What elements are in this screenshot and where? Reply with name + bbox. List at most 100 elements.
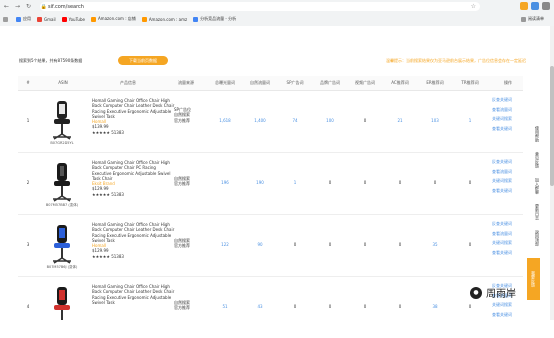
keyword-search-link[interactable]: 关键词搜索	[492, 116, 528, 122]
reading-list-icon	[521, 16, 526, 22]
bookmark-item[interactable]	[3, 16, 10, 22]
reverse-lookup-link[interactable]: 反查关键词	[492, 97, 528, 103]
scroll-thumb[interactable]	[550, 66, 554, 186]
product-image[interactable]	[48, 285, 76, 327]
header-sp[interactable]: SP广告词	[287, 80, 304, 86]
join-group-link[interactable]: 加入群聊	[527, 178, 540, 194]
source-tag: 官方推荐	[174, 305, 190, 311]
traffic-words-link[interactable]: 查看流量词	[492, 107, 528, 113]
er-keywords[interactable]: 103	[431, 118, 439, 123]
header-tr[interactable]: TR推荐词	[461, 80, 478, 86]
product-title[interactable]: Homall Gaming Chair Office Chair High Ba…	[92, 98, 174, 119]
row-index: 3	[26, 242, 30, 247]
feedback-button[interactable]: 我要反馈	[527, 258, 540, 300]
product-image[interactable]	[48, 161, 76, 203]
organic-keywords[interactable]: 43	[257, 304, 262, 309]
product-image[interactable]	[48, 99, 76, 141]
header-organic[interactable]: 自然流量词	[250, 80, 270, 86]
header-brand[interactable]: 品牌广告词	[320, 80, 340, 86]
view-keywords-link[interactable]: 查看关键词	[492, 126, 528, 132]
total-keywords[interactable]: 196	[221, 180, 229, 185]
feedback-link[interactable]: 意见反馈	[527, 152, 540, 168]
sp-keywords: 0	[293, 304, 297, 309]
keyword-search-link[interactable]: 关键词搜索	[492, 302, 528, 308]
back-icon[interactable]: ←	[2, 2, 11, 11]
brand-keywords[interactable]: 100	[326, 118, 334, 123]
side-toolbar: 使用帮助 意见反馈 加入群聊 更新日志 返回顶部 我要反馈	[527, 126, 540, 316]
export-button[interactable]: 下载当前页数据	[118, 56, 168, 65]
forward-icon[interactable]: →	[13, 2, 22, 11]
row-actions: 反查关键词 查看流量词 关键词搜索 查看关键词	[492, 221, 528, 256]
profile-icon[interactable]	[542, 2, 550, 10]
organic-keywords[interactable]: 90	[257, 242, 262, 247]
brand-keywords: 0	[328, 304, 332, 309]
header-asin: ASIN	[58, 80, 68, 85]
product-rating: ★★★★★ 51383	[92, 253, 124, 259]
bookmark-item[interactable]: 分析竞品流量 - 分析	[193, 16, 236, 22]
extension-icon[interactable]	[531, 2, 539, 10]
organic-keywords[interactable]: 1,400	[254, 118, 265, 123]
keyword-search-link[interactable]: 关键词搜索	[492, 240, 528, 246]
product-image[interactable]	[48, 223, 76, 265]
bookmark-item[interactable]: Amazon.com : amz	[141, 16, 187, 22]
header-ac[interactable]: AC推荐词	[391, 80, 408, 86]
ac-keywords: 0	[398, 180, 402, 185]
url-text[interactable]: sif.com/search	[48, 4, 84, 10]
tr-keywords: 0	[468, 304, 472, 309]
product-title[interactable]: Homall Gaming Chair Office Chair High Ba…	[92, 284, 174, 305]
browser-chrome: ← → ↻ 🔒 sif.com/search ☆ 应用 Gmail YouTub…	[0, 0, 554, 26]
lock-icon: 🔒	[40, 3, 48, 10]
bookmark-item[interactable]: Amazon.com : 店铺	[90, 16, 136, 22]
reading-list[interactable]: 阅读清单	[521, 16, 544, 22]
total-keywords[interactable]: 51	[222, 304, 227, 309]
row-actions: 反查关键词 查看流量词 关键词搜索 查看关键词	[492, 159, 528, 194]
view-keywords-link[interactable]: 查看关键词	[492, 250, 528, 256]
traffic-words-link[interactable]: 查看流量词	[492, 231, 528, 237]
asin-link[interactable]: B07GR2D5YL	[38, 141, 86, 145]
er-keywords[interactable]: 35	[432, 242, 437, 247]
sp-keywords[interactable]: 74	[292, 118, 297, 123]
extension-icons	[520, 2, 550, 10]
ac-keywords[interactable]: 21	[397, 118, 402, 123]
youtube-icon	[61, 16, 67, 22]
tr-keywords[interactable]: 1	[469, 118, 472, 123]
bookmark-item[interactable]: Gmail	[37, 16, 56, 22]
product-title[interactable]: Homall Gaming Chair Office Chair High Ba…	[92, 160, 171, 181]
back-to-top-link[interactable]: 返回顶部	[527, 230, 540, 246]
header-index: #	[26, 80, 30, 85]
header-er[interactable]: ER推荐词	[426, 80, 443, 86]
bookmarks-bar: 应用 Gmail YouTube Amazon.com : 店铺 Amazon.…	[0, 13, 554, 25]
scrollbar[interactable]	[550, 26, 554, 320]
changelog-link[interactable]: 更新日志	[527, 204, 540, 220]
apps-grid-icon	[16, 16, 21, 22]
product-title[interactable]: Homall Gaming Chair Office Chair High Ba…	[92, 222, 174, 243]
keyword-search-link[interactable]: 关键词搜索	[492, 178, 528, 184]
total-keywords[interactable]: 122	[221, 242, 229, 247]
address-row: ← → ↻ 🔒 sif.com/search ☆	[0, 0, 554, 13]
asin-link[interactable]: B07M57B6J (变体)	[38, 265, 86, 270]
bookmark-item[interactable]: 应用	[16, 16, 31, 22]
help-link[interactable]: 使用帮助	[527, 126, 540, 142]
bookmark-star-icon[interactable]: ☆	[471, 3, 476, 10]
view-keywords-link[interactable]: 查看关键词	[492, 312, 528, 318]
amazon-icon	[90, 16, 96, 22]
globe-icon	[193, 16, 199, 22]
reverse-lookup-link[interactable]: 反查关键词	[492, 159, 528, 165]
er-keywords[interactable]: 38	[432, 304, 437, 309]
asin-link[interactable]: B07M57BB7 (变体)	[38, 203, 86, 208]
extension-icon[interactable]	[520, 2, 528, 10]
header-source[interactable]: 流量来源	[178, 80, 194, 86]
row-index: 1	[26, 118, 30, 123]
address-bar[interactable]: 🔒 sif.com/search ☆	[40, 2, 480, 11]
traffic-words-link[interactable]: 查看流量词	[492, 169, 528, 175]
organic-keywords[interactable]: 190	[256, 180, 264, 185]
view-keywords-link[interactable]: 查看关键词	[492, 188, 528, 194]
total-keywords[interactable]: 1,618	[219, 118, 230, 123]
reverse-lookup-link[interactable]: 反查关键词	[492, 221, 528, 227]
header-video[interactable]: 视频广告词	[355, 80, 375, 86]
reload-icon[interactable]: ↻	[24, 2, 33, 11]
wechat-icon: ●	[470, 286, 482, 299]
sp-keywords[interactable]: 1	[294, 180, 297, 185]
header-total[interactable]: 总曝光量词	[215, 80, 235, 86]
bookmark-item[interactable]: YouTube	[61, 16, 85, 22]
